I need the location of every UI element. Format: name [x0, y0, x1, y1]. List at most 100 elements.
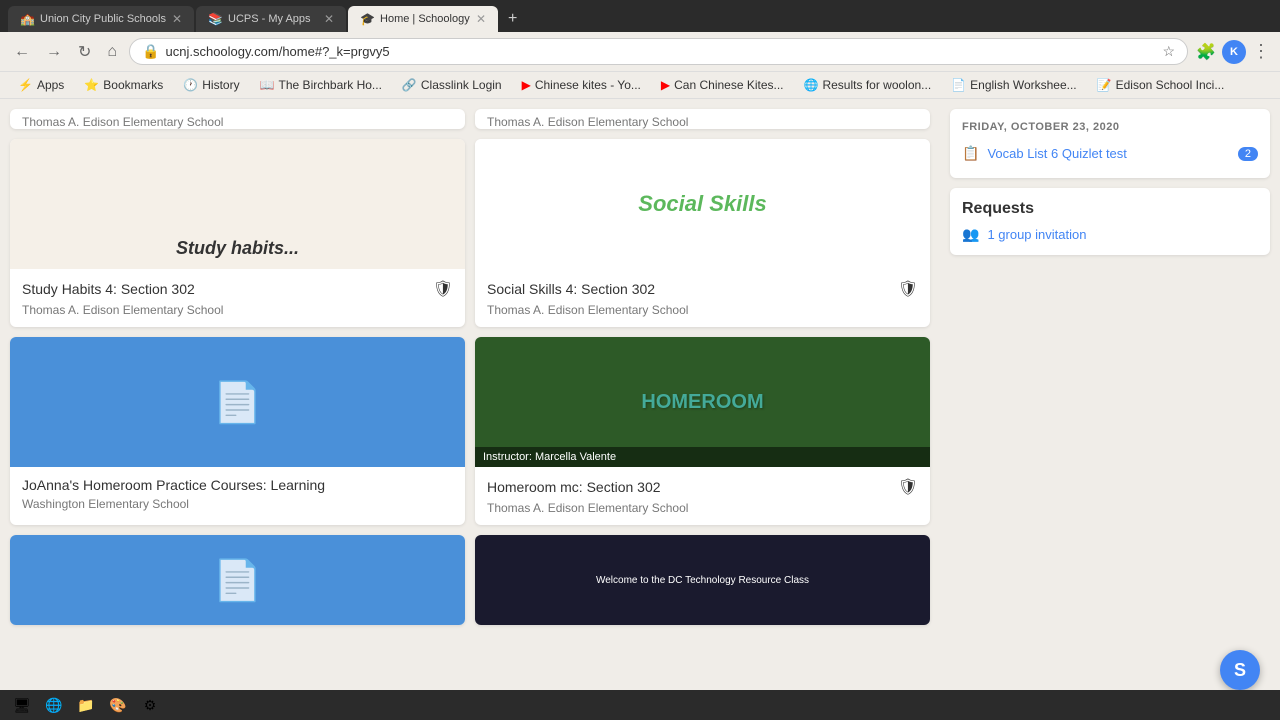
bookmark-english[interactable]: 📄 English Workshee...	[943, 76, 1084, 94]
birchbark-icon: 📖	[260, 78, 275, 92]
bookmark-results[interactable]: 🌐 Results for woolon...	[796, 76, 940, 94]
cards-grid: Thomas A. Edison Elementary School Thoma…	[10, 109, 930, 701]
tab-favicon-1: 🏫	[20, 12, 34, 26]
card-joanna-title: JoAnna's Homeroom Practice Courses: Lear…	[22, 477, 453, 493]
study-habits-image: Study habits...	[10, 139, 465, 269]
homeroom-shield-icon: 🛡	[898, 477, 918, 497]
home-button[interactable]: ⌂	[103, 41, 121, 63]
apps-bm-icon: ⚡	[18, 78, 33, 92]
card-homeroom-school: Thomas A. Edison Elementary School	[487, 501, 918, 515]
card-top-school-social-top: Thomas A. Edison Elementary School	[475, 109, 930, 129]
homeroom-label: HOMEROOM	[641, 391, 763, 414]
social-skills-image: Social Skills	[475, 139, 930, 269]
assignments-section: FRIDAY, OCTOBER 23, 2020 📋 Vocab List 6 …	[950, 109, 1270, 178]
bookmark-birchbark-label: The Birchbark Ho...	[279, 78, 382, 92]
card-joanna-school: Washington Elementary School	[22, 497, 453, 511]
request-row[interactable]: 👥 1 group invitation	[962, 226, 1258, 243]
profile-icon[interactable]: K	[1222, 40, 1246, 64]
tab-close-3[interactable]: ✕	[476, 12, 486, 26]
card-social-title: Social Skills 4: Section 302 🛡	[487, 279, 918, 299]
bookmark-apps[interactable]: ⚡ Apps	[10, 76, 72, 94]
card-study-partial-top[interactable]: Thomas A. Edison Elementary School	[10, 109, 465, 129]
card-homeroom-body: Homeroom mc: Section 302 🛡 Thomas A. Edi…	[475, 467, 930, 525]
tab-favicon-3: 🎓	[360, 12, 374, 26]
tech-class-label: Welcome to the DC Technology Resource Cl…	[592, 571, 813, 590]
classlink-icon: 🔗	[402, 78, 417, 92]
menu-icon[interactable]: ⋮	[1252, 41, 1270, 62]
social-shield-icon: 🛡	[898, 279, 918, 299]
instructor-overlay: Instructor: Marcella Valente	[475, 447, 930, 467]
extensions-icon: 🧩	[1196, 42, 1216, 62]
card-top-school-study: Thomas A. Edison Elementary School	[10, 109, 465, 129]
card-study-school: Thomas A. Edison Elementary School	[22, 303, 453, 317]
bookmarks-bar: ⚡ Apps ⭐ Bookmarks 🕐 History 📖 The Birch…	[0, 72, 1280, 99]
assignment-row[interactable]: 📋 Vocab List 6 Quizlet test 2	[962, 141, 1258, 166]
social-skills-text: Social Skills	[638, 191, 766, 217]
taskbar-icon-settings[interactable]: ⚙	[138, 693, 162, 717]
new-tab-button[interactable]: +	[500, 6, 525, 32]
bookmark-edison[interactable]: 📝 Edison School Inci...	[1089, 76, 1233, 94]
tab-schoology[interactable]: 🎓 Home | Schoology ✕	[348, 6, 498, 32]
kites-icon: ▶	[522, 78, 531, 92]
back-button[interactable]: ←	[10, 41, 34, 63]
edison-icon: 📝	[1097, 78, 1112, 92]
navigation-bar: ← → ↻ ⌂ 🔒 ucnj.schoology.com/home#?_k=pr…	[0, 32, 1280, 72]
bookmarks-bm-icon: ⭐	[84, 78, 99, 92]
address-bar[interactable]: 🔒 ucnj.schoology.com/home#?_k=prgvy5 ☆	[129, 38, 1188, 65]
english-icon: 📄	[951, 78, 966, 92]
tab-close-2[interactable]: ✕	[324, 12, 334, 26]
refresh-button[interactable]: ↻	[74, 40, 95, 64]
instructor-text: Instructor: Marcella Valente	[483, 451, 616, 463]
main-container: Thomas A. Edison Elementary School Thoma…	[0, 99, 1280, 711]
bookmark-chinese-kites-label: Chinese kites - Yo...	[535, 78, 641, 92]
tab-my-apps[interactable]: 📚 UCPS - My Apps ✕	[196, 6, 346, 32]
tech-class-image: Welcome to the DC Technology Resource Cl…	[475, 535, 930, 625]
forward-button[interactable]: →	[42, 41, 66, 63]
card-homeroom-mc[interactable]: HOMEROOM Instructor: Marcella Valente Ho…	[475, 337, 930, 525]
study-shield-icon: 🛡	[433, 279, 453, 299]
bookmark-bookmarks-label: Bookmarks	[103, 78, 163, 92]
assignment-title[interactable]: Vocab List 6 Quizlet test	[987, 146, 1229, 161]
bookmark-apps-label: Apps	[37, 78, 64, 92]
taskbar-icon-finder[interactable]: 🖥	[10, 693, 34, 717]
bookmark-chinese-kites[interactable]: ▶ Chinese kites - Yo...	[514, 76, 649, 94]
tab-close-1[interactable]: ✕	[172, 12, 182, 26]
tab-bar: 🏫 Union City Public Schools ✕ 📚 UCPS - M…	[0, 0, 1280, 32]
taskbar-icon-browser[interactable]: 🌐	[42, 693, 66, 717]
taskbar-icon-files[interactable]: 📁	[74, 693, 98, 717]
card-study-body: Study Habits 4: Section 302 🛡 Thomas A. …	[10, 269, 465, 327]
partial-blue-image: 📄	[10, 535, 465, 625]
card-social-skills[interactable]: Social Skills Social Skills 4: Section 3…	[475, 139, 930, 327]
taskbar-icon-art[interactable]: 🎨	[106, 693, 130, 717]
star-icon[interactable]: ☆	[1163, 43, 1176, 60]
bookmark-classlink-label: Classlink Login	[421, 78, 502, 92]
can-chinese-icon: ▶	[661, 78, 670, 92]
tab-favicon-2: 📚	[208, 12, 222, 26]
bookmark-english-label: English Workshee...	[970, 78, 1077, 92]
bookmark-birchbark[interactable]: 📖 The Birchbark Ho...	[252, 76, 390, 94]
bookmark-bookmarks[interactable]: ⭐ Bookmarks	[76, 76, 171, 94]
card-study-habits[interactable]: Study habits... Study Habits 4: Section …	[10, 139, 465, 327]
bookmark-history[interactable]: 🕐 History	[175, 76, 247, 94]
assignment-icon: 📋	[962, 145, 979, 162]
results-icon: 🌐	[804, 78, 819, 92]
homeroom-mc-image: HOMEROOM Instructor: Marcella Valente	[475, 337, 930, 467]
card-joanna-body: JoAnna's Homeroom Practice Courses: Lear…	[10, 467, 465, 521]
tab-union-city[interactable]: 🏫 Union City Public Schools ✕	[8, 6, 194, 32]
assignment-badge: 2	[1238, 147, 1258, 161]
address-text: ucnj.schoology.com/home#?_k=prgvy5	[166, 44, 1157, 59]
tab-title-2: UCPS - My Apps	[228, 13, 318, 25]
bookmark-can-chinese[interactable]: ▶ Can Chinese Kites...	[653, 76, 792, 94]
user-avatar[interactable]: S	[1220, 650, 1260, 690]
card-social-partial-top[interactable]: Thomas A. Edison Elementary School	[475, 109, 930, 129]
sidebar: FRIDAY, OCTOBER 23, 2020 📋 Vocab List 6 …	[940, 99, 1280, 711]
card-joanna-homeroom[interactable]: 📄 JoAnna's Homeroom Practice Courses: Le…	[10, 337, 465, 525]
partial-doc-icon: 📄	[213, 557, 263, 604]
bookmark-classlink[interactable]: 🔗 Classlink Login	[394, 76, 510, 94]
card-partial-bottom-left[interactable]: 📄	[10, 535, 465, 625]
taskbar: 🖥 🌐 📁 🎨 ⚙	[0, 690, 1280, 720]
requests-header: Requests	[962, 200, 1258, 218]
card-social-school: Thomas A. Edison Elementary School	[487, 303, 918, 317]
card-partial-bottom-right[interactable]: Welcome to the DC Technology Resource Cl…	[475, 535, 930, 625]
request-text: 1 group invitation	[987, 227, 1086, 242]
